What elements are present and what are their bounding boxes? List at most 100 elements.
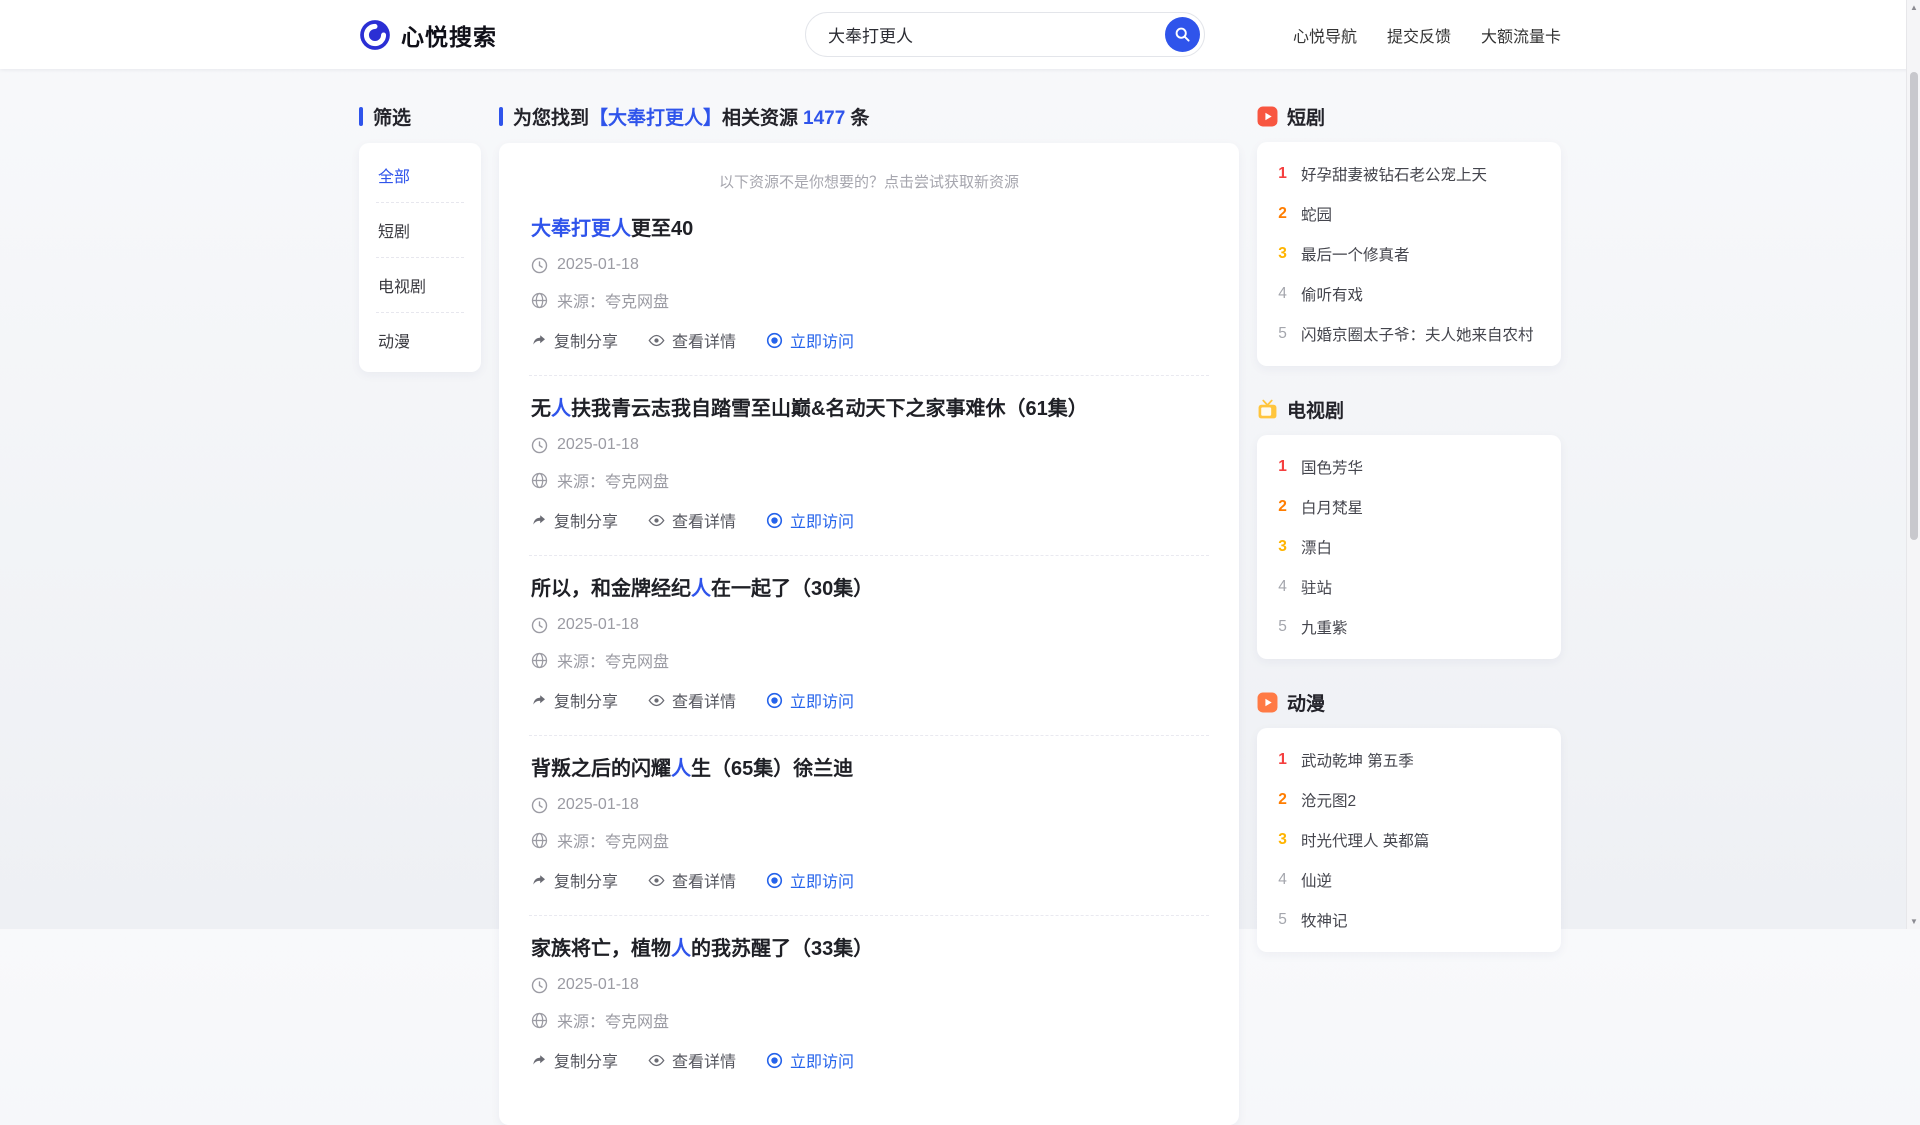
filter-card: 全部 短剧 电视剧 动漫 [359,143,481,372]
globe-icon [531,1012,548,1029]
rank-row[interactable]: 3 时光代理人 英都篇 [1275,820,1543,860]
result-title[interactable]: 家族将亡，植物人的我苏醒了（33集） [531,937,1207,962]
rank-row[interactable]: 3 漂白 [1275,527,1543,567]
visit-target-icon [766,692,783,709]
eye-icon [648,512,665,529]
ranking-heading: 短剧 [1257,104,1561,128]
view-detail-link[interactable]: 查看详情 [648,688,736,712]
rankings-column: 短剧 1 好孕甜妻被钻石老公宠上天 2 蛇园 3 最后一个修真者 4 偷听有戏 … [1257,104,1561,983]
rank-row[interactable]: 1 武动乾坤 第五季 [1275,740,1543,780]
result-item: 大奉打更人更至40 2025-01-18 来源：夸克网盘 [529,196,1209,376]
result-title-part: 背叛之后的闪耀 [531,758,671,780]
result-title-part: 在一起了（30集） [711,578,873,600]
result-actions: 复制分享 查看详情 立即访问 [531,868,1207,892]
scroll-up-arrow[interactable]: ▲ [1907,0,1920,15]
ranking-card: 1 好孕甜妻被钻石老公宠上天 2 蛇园 3 最后一个修真者 4 偷听有戏 5 闪… [1257,142,1561,366]
rank-item-label: 驻站 [1301,576,1332,598]
copy-share-link[interactable]: 复制分享 [531,1048,618,1072]
rank-row[interactable]: 4 仙逆 [1275,860,1543,900]
copy-share-link[interactable]: 复制分享 [531,868,618,892]
header-inner: 心悦搜索 心悦导航 提交反馈 大额流量卡 [359,0,1561,69]
filter-item-shortdrama[interactable]: 短剧 [376,203,464,258]
result-date: 2025-01-18 [557,616,639,634]
visit-now-link[interactable]: 立即访问 [766,868,854,892]
filter-item-all[interactable]: 全部 [376,148,464,203]
rank-row[interactable]: 4 偷听有戏 [1275,274,1543,314]
result-source-row: 来源：夸克网盘 [531,468,1207,492]
visit-now-label: 立即访问 [790,1048,854,1072]
rank-number: 5 [1275,325,1290,343]
copy-share-link[interactable]: 复制分享 [531,328,618,352]
globe-icon [531,472,548,489]
rank-item-label: 闪婚京圈太子爷：夫人她来自农村 [1301,323,1534,345]
clock-icon [531,617,548,634]
rank-row[interactable]: 1 好孕甜妻被钻石老公宠上天 [1275,154,1543,194]
search-button[interactable] [1165,17,1200,52]
result-item: 家族将亡，植物人的我苏醒了（33集） 2025-01-18 来源：夸克网盘 [529,916,1209,1095]
filter-item-tvseries[interactable]: 电视剧 [376,258,464,313]
ranking-section-tvseries: 电视剧 1 国色芳华 2 白月梵星 3 漂白 4 驻站 5 九重紫 [1257,397,1561,659]
rank-number: 1 [1275,751,1290,769]
rank-row[interactable]: 5 九重紫 [1275,607,1543,647]
rank-row[interactable]: 2 沧元图2 [1275,780,1543,820]
visit-now-label: 立即访问 [790,508,854,532]
copy-share-label: 复制分享 [554,1048,618,1072]
scrollbar[interactable]: ▲ ▼ [1906,0,1920,929]
rank-row[interactable]: 4 驻站 [1275,567,1543,607]
view-detail-link[interactable]: 查看详情 [648,508,736,532]
result-title-part: 人 [671,938,691,960]
result-title[interactable]: 所以，和金牌经纪人在一起了（30集） [531,577,1207,602]
rank-item-label: 国色芳华 [1301,456,1363,478]
refresh-notice[interactable]: 以下资源不是你想要的？点击尝试获取新资源 [529,153,1209,196]
result-title[interactable]: 大奉打更人更至40 [531,217,1207,242]
copy-share-label: 复制分享 [554,868,618,892]
result-actions: 复制分享 查看详情 立即访问 [531,328,1207,352]
copy-share-link[interactable]: 复制分享 [531,508,618,532]
nav-link-feedback[interactable]: 提交反馈 [1387,23,1451,47]
rank-row[interactable]: 2 蛇园 [1275,194,1543,234]
visit-now-label: 立即访问 [790,328,854,352]
rank-item-label: 武动乾坤 第五季 [1301,749,1414,771]
view-detail-link[interactable]: 查看详情 [648,868,736,892]
view-detail-link[interactable]: 查看详情 [648,328,736,352]
result-item: 背叛之后的闪耀人生（65集）徐兰迪 2025-01-18 来源：夸克网盘 [529,736,1209,916]
visit-now-link[interactable]: 立即访问 [766,328,854,352]
globe-icon [531,292,548,309]
result-title[interactable]: 背叛之后的闪耀人生（65集）徐兰迪 [531,757,1207,782]
result-item: 所以，和金牌经纪人在一起了（30集） 2025-01-18 来源：夸克网盘 [529,556,1209,736]
rank-row[interactable]: 3 最后一个修真者 [1275,234,1543,274]
rank-row[interactable]: 5 牧神记 [1275,900,1543,940]
scrollbar-thumb[interactable] [1910,72,1918,540]
results-heading: 为您找到【大奉打更人】相关资源1477条 [499,104,1239,128]
filter-item-anime[interactable]: 动漫 [376,313,464,367]
result-date-row: 2025-01-18 [531,436,1207,454]
rank-item-label: 蛇园 [1301,203,1332,225]
rank-row[interactable]: 1 国色芳华 [1275,447,1543,487]
logo[interactable]: 心悦搜索 [359,18,497,52]
results-heading-keyword: 【大奉打更人】 [589,108,722,129]
result-source: 来源：夸克网盘 [557,648,669,672]
nav-link-data-card[interactable]: 大额流量卡 [1481,23,1561,47]
scroll-down-arrow[interactable]: ▼ [1907,914,1920,929]
rank-row[interactable]: 2 白月梵星 [1275,487,1543,527]
result-actions: 复制分享 查看详情 立即访问 [531,508,1207,532]
visit-now-link[interactable]: 立即访问 [766,1048,854,1072]
copy-share-link[interactable]: 复制分享 [531,688,618,712]
result-title[interactable]: 无人扶我青云志我自踏雪至山巅&名动天下之家事难休（61集） [531,397,1207,422]
visit-now-label: 立即访问 [790,688,854,712]
top-header: 心悦搜索 心悦导航 提交反馈 大额流量卡 [0,0,1920,69]
view-detail-link[interactable]: 查看详情 [648,1048,736,1072]
nav-link-xinyue-nav[interactable]: 心悦导航 [1293,23,1357,47]
view-detail-label: 查看详情 [672,508,736,532]
rank-item-label: 仙逆 [1301,869,1332,891]
search-bar [805,12,1205,57]
logo-text: 心悦搜索 [401,18,497,52]
visit-now-link[interactable]: 立即访问 [766,508,854,532]
rank-number: 2 [1275,498,1290,516]
rank-row[interactable]: 5 闪婚京圈太子爷：夫人她来自农村 [1275,314,1543,354]
rank-item-label: 偷听有戏 [1301,283,1363,305]
result-list: 大奉打更人更至40 2025-01-18 来源：夸克网盘 [529,196,1209,1095]
result-date: 2025-01-18 [557,436,639,454]
search-input[interactable] [805,12,1205,57]
visit-now-link[interactable]: 立即访问 [766,688,854,712]
